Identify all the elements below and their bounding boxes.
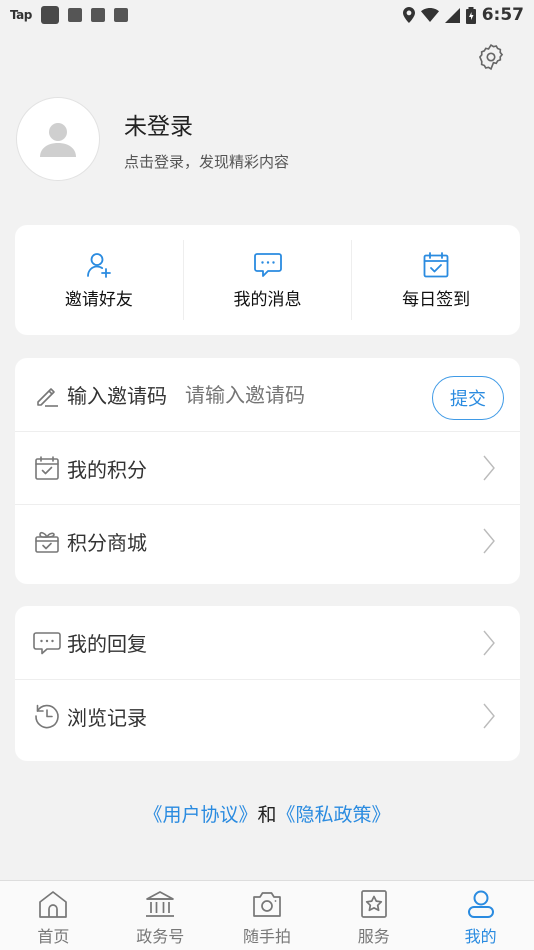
menu-item-label: 我的积分: [67, 457, 147, 482]
tab-snapshot[interactable]: 随手拍: [214, 881, 321, 950]
avatar[interactable]: [16, 97, 100, 181]
tab-government[interactable]: 政务号: [107, 881, 214, 950]
status-bar: Tap 6:57: [0, 0, 534, 30]
calendar-check-icon: [35, 456, 59, 480]
mail-icon: [67, 8, 82, 22]
user-icon: [467, 890, 494, 918]
quick-action-label: 每日签到: [402, 289, 471, 310]
menu-item-browse-history[interactable]: 浏览记录: [15, 679, 520, 752]
row-icon: [33, 381, 61, 409]
invite-code-label: 输入邀请码: [67, 384, 167, 408]
menu-item-label: 积分商城: [67, 530, 147, 555]
quick-actions-card: 邀请好友 我的消息 每日签到: [15, 225, 520, 335]
menu-item-my-replies[interactable]: 我的回复: [15, 606, 520, 679]
camera-icon: [253, 892, 281, 917]
status-time: 6:57: [481, 5, 524, 25]
signal-icon: [444, 7, 460, 23]
menu-item-label: 我的回复: [67, 632, 147, 656]
gift-icon: [35, 531, 59, 553]
privacy-policy-link[interactable]: 《隐私政策》: [277, 804, 391, 826]
location-icon: [402, 7, 415, 23]
tab-service[interactable]: 服务: [320, 881, 427, 950]
gear-icon: [478, 43, 504, 71]
agreement-conjunction: 和: [257, 804, 277, 826]
message-icon: [253, 252, 282, 277]
status-right: 6:57: [402, 5, 524, 25]
daily-checkin-button[interactable]: 每日签到: [351, 240, 520, 320]
status-left: Tap: [10, 6, 128, 24]
font-icon: [113, 8, 128, 22]
star-bookmark-icon: [360, 890, 387, 918]
chevron-right-icon: [478, 453, 500, 483]
menu-card-primary: 输入邀请码 提交 我的积分 积分商城: [15, 358, 520, 584]
invite-code-input[interactable]: [185, 382, 385, 407]
tab-mine[interactable]: 我的: [427, 881, 534, 950]
default-avatar-icon: [40, 123, 76, 157]
calendar-check-icon: [423, 251, 449, 277]
wifi-icon: [420, 8, 439, 22]
menu-item-my-points[interactable]: 我的积分: [15, 431, 520, 504]
row-icon: [33, 702, 61, 730]
login-profile[interactable]: 未登录 点击登录，发现精彩内容: [16, 96, 516, 182]
app-tag: Tap: [10, 8, 32, 22]
tab-label: 我的: [464, 927, 497, 946]
row-icon: [33, 454, 61, 482]
row-icon: [33, 527, 61, 555]
tab-label: 随手拍: [242, 927, 291, 946]
notification-app-icon: [40, 6, 59, 24]
menu-item-points-mall[interactable]: 积分商城: [15, 504, 520, 577]
government-icon: [146, 891, 175, 917]
quick-action-label: 我的消息: [233, 289, 302, 310]
tab-label: 政务号: [136, 927, 185, 946]
profile-subtitle: 点击登录，发现精彩内容: [124, 152, 290, 171]
chevron-right-icon: [478, 526, 500, 556]
submit-button[interactable]: 提交: [432, 376, 504, 420]
my-messages-button[interactable]: 我的消息: [182, 240, 352, 320]
row-icon: [33, 629, 61, 657]
profile-text: 未登录 点击登录，发现精彩内容: [124, 107, 289, 172]
bottom-tab-bar: 首页 政务号 随手拍 服务 我的: [0, 880, 534, 950]
tab-label: 服务: [357, 927, 390, 946]
quick-action-label: 邀请好友: [64, 289, 133, 310]
chevron-right-icon: [478, 628, 500, 658]
agreement-links: 《用户协议》和《隐私政策》: [0, 800, 534, 827]
tab-home[interactable]: 首页: [0, 881, 107, 950]
home-icon: [39, 891, 68, 918]
pencil-icon: [37, 387, 58, 407]
menu-card-secondary: 我的回复 浏览记录: [15, 606, 520, 761]
mail-icon: [90, 8, 105, 22]
tab-label: 首页: [37, 927, 70, 946]
battery-icon: [465, 6, 476, 24]
chevron-right-icon: [478, 701, 500, 731]
profile-name: 未登录: [124, 113, 193, 140]
user-agreement-link[interactable]: 《用户协议》: [143, 804, 257, 826]
invite-friends-button[interactable]: 邀请好友: [15, 240, 183, 320]
history-icon: [35, 704, 59, 729]
invite-code-row: 输入邀请码 提交: [15, 358, 520, 431]
menu-item-label: 浏览记录: [67, 705, 147, 730]
comment-icon: [33, 631, 61, 654]
settings-button[interactable]: [474, 40, 508, 74]
add-user-icon: [86, 252, 111, 278]
